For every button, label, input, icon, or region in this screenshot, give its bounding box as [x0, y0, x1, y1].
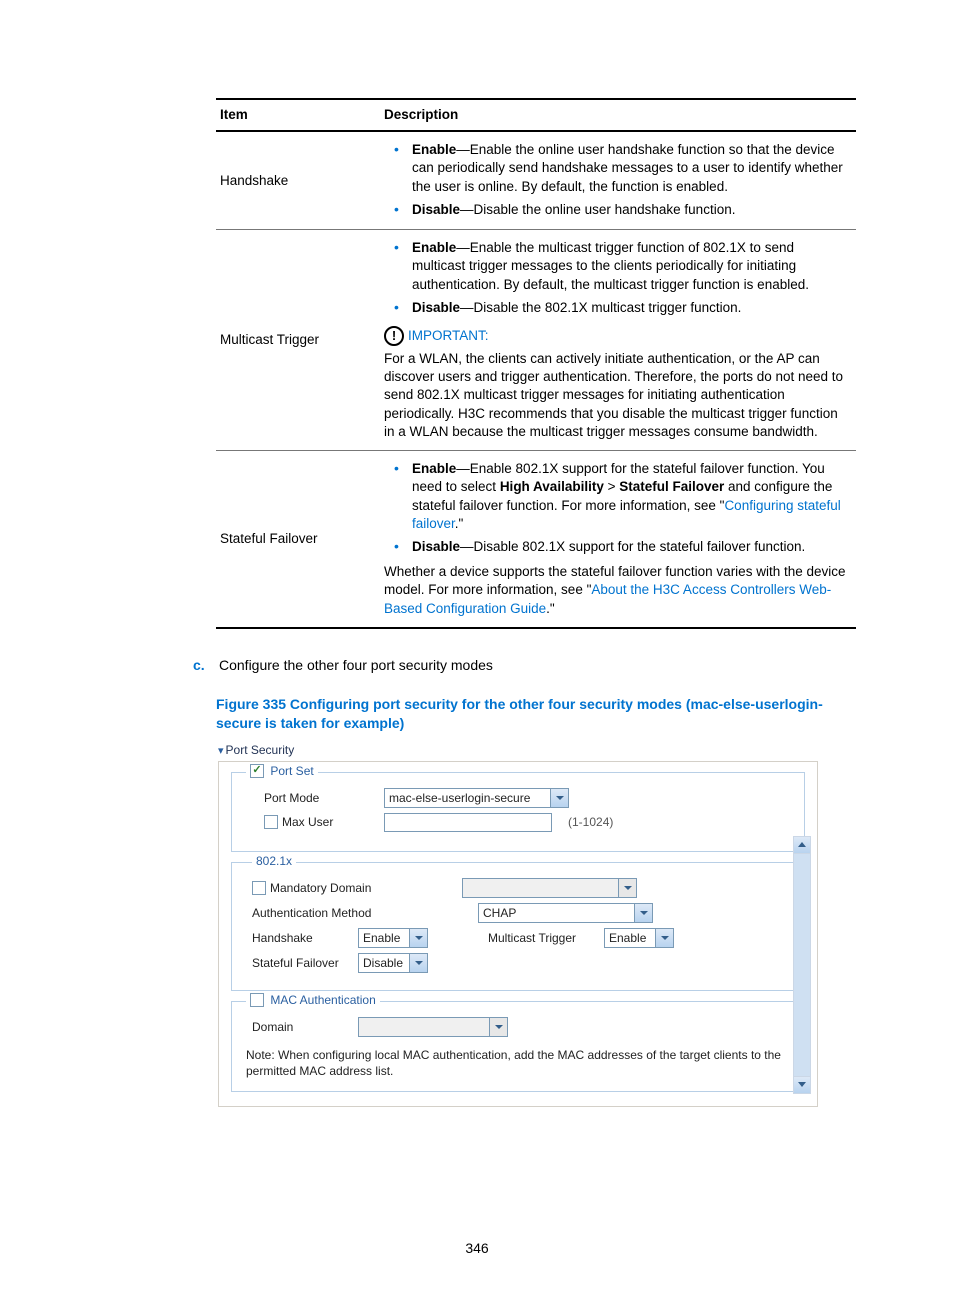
- item-stateful-failover: Stateful Failover: [216, 451, 380, 628]
- select-mandatory-domain[interactable]: [462, 878, 637, 898]
- col-header-description: Description: [380, 99, 856, 131]
- stateful-disable: Disable—Disable 802.1X support for the s…: [404, 536, 848, 559]
- select-stateful-failover[interactable]: Disable: [358, 953, 428, 973]
- alert-icon: !: [384, 326, 404, 346]
- port-security-screenshot: Port Security Port Set Port Mode mac-els…: [218, 743, 818, 1107]
- label-mandatory-domain: Mandatory Domain: [270, 881, 371, 895]
- important-label: ! IMPORTANT:: [384, 326, 848, 346]
- table-row: Stateful Failover Enable—Enable 802.1X s…: [216, 451, 856, 628]
- chevron-down-icon: [409, 929, 427, 947]
- figure-caption: Figure 335 Configuring port security for…: [216, 695, 854, 733]
- label-multicast-trigger: Multicast Trigger: [488, 931, 594, 945]
- scroll-up-button[interactable]: [794, 837, 810, 854]
- col-header-item: Item: [216, 99, 380, 131]
- page-number: 346: [0, 1240, 954, 1256]
- step-text: Configure the other four port security m…: [219, 657, 493, 673]
- section-port-security[interactable]: Port Security: [218, 743, 818, 757]
- item-handshake: Handshake: [216, 131, 380, 229]
- chevron-up-icon: [798, 842, 806, 847]
- stateful-enable: Enable—Enable 802.1X support for the sta…: [404, 458, 848, 536]
- table-row: Handshake Enable—Enable the online user …: [216, 131, 856, 229]
- label-domain: Domain: [252, 1020, 348, 1034]
- scrollbar[interactable]: [793, 836, 811, 1094]
- mandatory-domain-checkbox[interactable]: [252, 881, 266, 895]
- chevron-down-icon: [798, 1082, 806, 1087]
- portset-legend: Port Set: [270, 764, 313, 778]
- select-multicast-trigger[interactable]: Enable: [604, 928, 674, 948]
- hint-max-user: (1-1024): [568, 815, 613, 829]
- input-max-user[interactable]: [384, 813, 552, 832]
- multicast-enable: Enable—Enable the multicast trigger func…: [404, 237, 848, 297]
- description-table: Item Description Handshake Enable—Enable…: [216, 98, 856, 629]
- item-multicast-trigger: Multicast Trigger: [216, 230, 380, 451]
- legend-8021x: 802.1x: [252, 854, 296, 868]
- label-port-mode: Port Mode: [264, 791, 374, 805]
- chevron-down-icon: [618, 879, 636, 897]
- portset-checkbox[interactable]: [250, 764, 264, 778]
- scroll-down-button[interactable]: [794, 1076, 810, 1093]
- multicast-disable: Disable—Disable the 802.1X multicast tri…: [404, 297, 848, 320]
- table-row: Multicast Trigger Enable—Enable the mult…: [216, 230, 856, 451]
- label-stateful-failover: Stateful Failover: [252, 956, 348, 970]
- important-body: For a WLAN, the clients can actively ini…: [384, 350, 848, 441]
- select-handshake[interactable]: Enable: [358, 928, 428, 948]
- stateful-footer: Whether a device supports the stateful f…: [384, 563, 848, 618]
- chevron-down-icon: [655, 929, 673, 947]
- select-port-mode[interactable]: mac-else-userlogin-secure: [384, 788, 569, 808]
- select-domain[interactable]: [358, 1017, 508, 1037]
- select-auth-method[interactable]: CHAP: [478, 903, 653, 923]
- legend-mac-auth: MAC Authentication: [270, 993, 375, 1007]
- chevron-down-icon: [489, 1018, 507, 1036]
- handshake-enable: Enable—Enable the online user handshake …: [404, 139, 848, 199]
- label-auth-method: Authentication Method: [252, 906, 468, 920]
- macauth-checkbox[interactable]: [250, 993, 264, 1007]
- label-handshake: Handshake: [252, 931, 348, 945]
- chevron-down-icon: [550, 789, 568, 807]
- handshake-disable: Disable—Disable the online user handshak…: [404, 199, 848, 222]
- scroll-track[interactable]: [794, 854, 810, 1076]
- label-max-user: Max User: [282, 815, 333, 829]
- chevron-down-icon: [634, 904, 652, 922]
- step-marker: c.: [193, 657, 209, 673]
- chevron-down-icon: [409, 954, 427, 972]
- step-c: c. Configure the other four port securit…: [193, 657, 854, 673]
- maxuser-checkbox[interactable]: [264, 815, 278, 829]
- mac-auth-note: Note: When configuring local MAC authent…: [246, 1047, 790, 1079]
